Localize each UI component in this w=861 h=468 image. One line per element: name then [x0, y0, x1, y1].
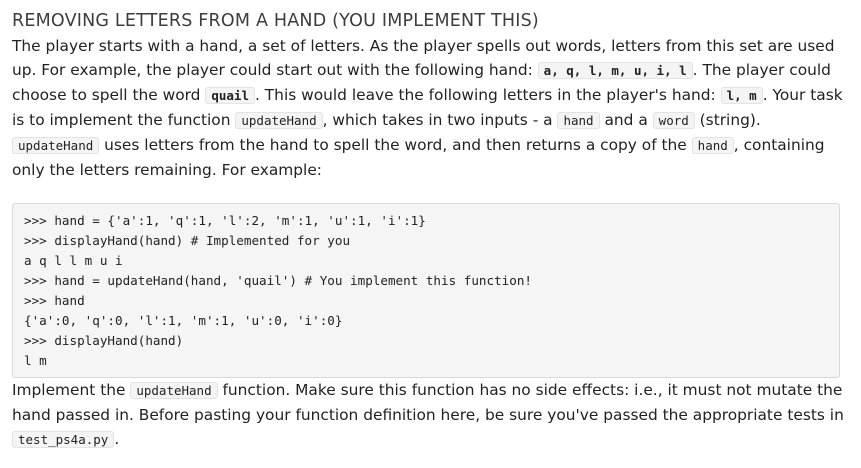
code-line: >>> displayHand(hand) [24, 333, 184, 348]
code-example-block: >>> hand = {'a':1, 'q':1, 'l':2, 'm':1, … [12, 203, 840, 378]
code-update-hand-3: updateHand [130, 382, 218, 399]
code-line: >>> hand = updateHand(hand, 'quail') # Y… [24, 273, 532, 288]
code-hand: hand [557, 112, 600, 129]
code-update-hand-2: updateHand [12, 137, 100, 154]
outro-text-1: Implement the [12, 381, 131, 399]
code-update-hand: updateHand [235, 112, 323, 129]
intro-text-5: , which takes in two inputs - a [322, 111, 558, 129]
code-word: word [652, 112, 695, 129]
intro-text-6: and a [599, 111, 653, 129]
code-initial-hand: a, q, l, m, u, i, l [537, 62, 693, 79]
code-test-file: test_ps4a.py [12, 431, 115, 448]
intro-paragraph: The player starts with a hand, a set of … [12, 34, 849, 182]
code-remaining-letters: l, m [720, 87, 763, 104]
code-hand-2: hand [691, 137, 734, 154]
outro-paragraph: Implement the updateHand function. Make … [12, 378, 849, 452]
outro-text-3: . [114, 430, 120, 448]
code-line: >>> hand [24, 293, 85, 308]
code-line: >>> displayHand(hand) # Implemented for … [24, 233, 351, 248]
intro-text-7: (string). [694, 111, 761, 129]
problem-content: REMOVING LETTERS FROM A HAND (YOU IMPLEM… [0, 0, 861, 452]
intro-text-3: . This would leave the following letters… [255, 86, 721, 104]
code-line: a q l l m u i [24, 253, 123, 268]
code-line: {'a':0, 'q':0, 'l':1, 'm':1, 'u':0, 'i':… [24, 313, 343, 328]
code-line: >>> hand = {'a':1, 'q':1, 'l':2, 'm':1, … [24, 213, 426, 228]
code-line: l m [24, 353, 47, 368]
intro-text-8: uses letters from the hand to spell the … [99, 136, 692, 154]
section-title: REMOVING LETTERS FROM A HAND (YOU IMPLEM… [12, 11, 539, 31]
code-word-quail: quail [205, 87, 255, 104]
